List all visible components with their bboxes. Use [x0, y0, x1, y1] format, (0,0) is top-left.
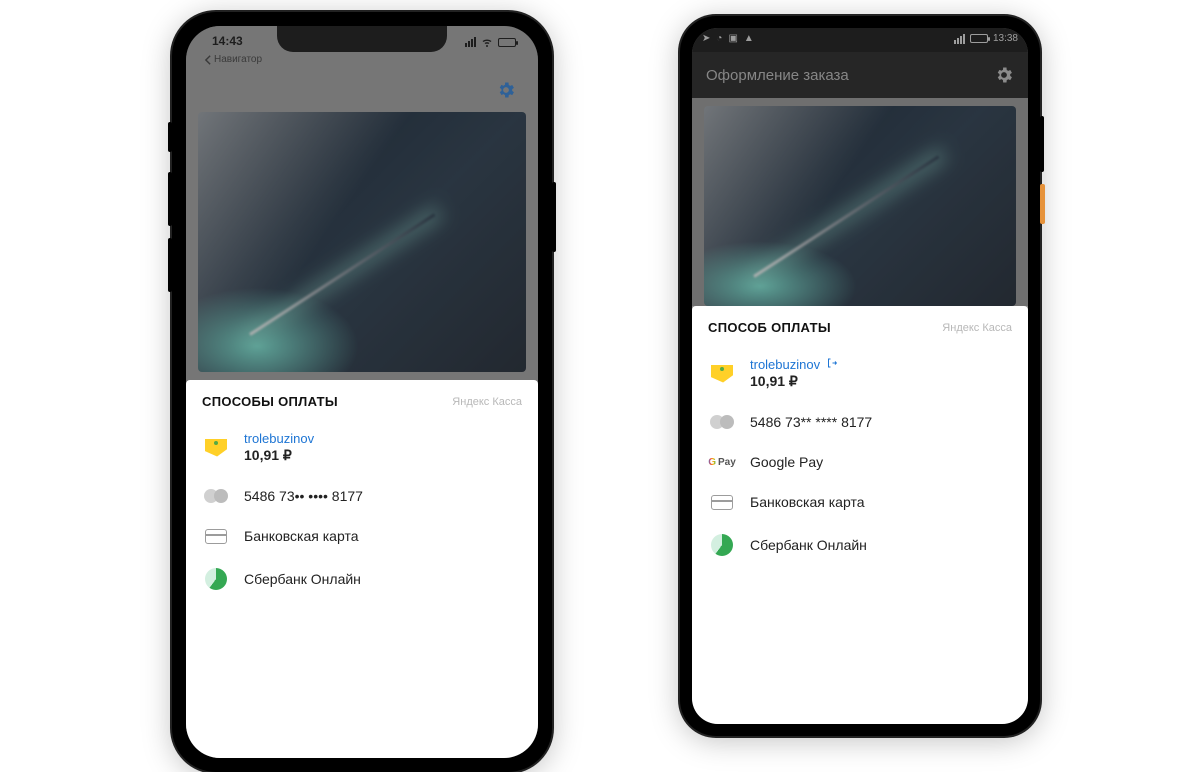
- payment-sheet: СПОСОБЫ ОПЛАТЫ Яндекс Касса trolebuzinov…: [186, 380, 538, 758]
- card-masked: 5486 73•• •••• 8177: [244, 488, 363, 504]
- logout-icon[interactable]: [826, 357, 838, 372]
- ios-clock: 14:43: [212, 34, 243, 48]
- android-frame: ➤ ◔ ▣ ▲ 13:38 Оформление заказа: [680, 16, 1040, 736]
- ios-back-button[interactable]: Навигатор: [204, 54, 262, 65]
- card-masked: 5486 73** **** 8177: [750, 414, 872, 430]
- sheet-title: СПОСОБ ОПЛАТЫ: [708, 320, 831, 335]
- sberbank-label: Сбербанк Онлайн: [750, 537, 867, 553]
- payment-sheet: СПОСОБ ОПЛАТЫ Яндекс Касса trolebuzinov …: [692, 306, 1028, 724]
- status-icon: ▣: [728, 33, 737, 44]
- card-icon: [205, 529, 227, 544]
- sberbank-label: Сбербанк Онлайн: [244, 571, 361, 587]
- sheet-title: СПОСОБЫ ОПЛАТЫ: [202, 394, 338, 409]
- sberbank-icon: [205, 568, 227, 590]
- card-icon: [711, 495, 733, 510]
- android-app-bar: Оформление заказа: [692, 52, 1028, 98]
- mastercard-icon: [204, 488, 228, 504]
- hero-image: [198, 112, 526, 372]
- cellular-icon: [954, 34, 965, 44]
- google-pay-option[interactable]: GPay Google Pay: [692, 442, 1028, 482]
- settings-icon[interactable]: [496, 80, 516, 100]
- status-icon: ◔: [716, 33, 722, 44]
- bank-card-label: Банковская карта: [750, 494, 864, 510]
- appbar-title: Оформление заказа: [706, 67, 849, 84]
- wallet-option[interactable]: trolebuzinov 10,91 ₽: [186, 419, 538, 476]
- saved-card-option[interactable]: 5486 73** **** 8177: [692, 402, 1028, 442]
- wifi-icon: [481, 36, 493, 48]
- yandex-wallet-icon: [711, 365, 733, 383]
- yandex-wallet-icon: [205, 439, 227, 457]
- mastercard-icon: [710, 414, 734, 430]
- battery-icon: [498, 38, 516, 47]
- wallet-username: trolebuzinov: [244, 431, 314, 446]
- wallet-amount: 10,91 ₽: [244, 447, 314, 464]
- sheet-brand: Яндекс Касса: [452, 396, 522, 408]
- wallet-username: trolebuzinov: [750, 357, 820, 372]
- saved-card-option[interactable]: 5486 73•• •••• 8177: [186, 476, 538, 516]
- sberbank-icon: [711, 534, 733, 556]
- android-clock: 13:38: [993, 33, 1018, 44]
- wallet-amount: 10,91 ₽: [750, 373, 838, 390]
- ios-status-bar: 14:43: [186, 32, 538, 54]
- battery-icon: [970, 34, 988, 43]
- wallet-option[interactable]: trolebuzinov 10,91 ₽: [692, 345, 1028, 402]
- android-status-bar: ➤ ◔ ▣ ▲ 13:38: [692, 28, 1028, 52]
- bank-card-option[interactable]: Банковская карта: [692, 482, 1028, 522]
- sberbank-option[interactable]: Сбербанк Онлайн: [186, 556, 538, 602]
- sberbank-option[interactable]: Сбербанк Онлайн: [692, 522, 1028, 568]
- cellular-icon: [465, 37, 476, 47]
- ios-back-label: Навигатор: [214, 54, 262, 65]
- iphone-frame: 14:43 Навигатор: [172, 12, 552, 772]
- hero-image: [704, 106, 1016, 306]
- status-icon: ➤: [702, 33, 710, 44]
- status-icon: ▲: [744, 33, 754, 44]
- gpay-icon: GPay: [708, 457, 736, 468]
- bank-card-label: Банковская карта: [244, 528, 358, 544]
- sheet-brand: Яндекс Касса: [942, 322, 1012, 334]
- gpay-label: Google Pay: [750, 454, 823, 470]
- settings-icon[interactable]: [994, 65, 1014, 85]
- bank-card-option[interactable]: Банковская карта: [186, 516, 538, 556]
